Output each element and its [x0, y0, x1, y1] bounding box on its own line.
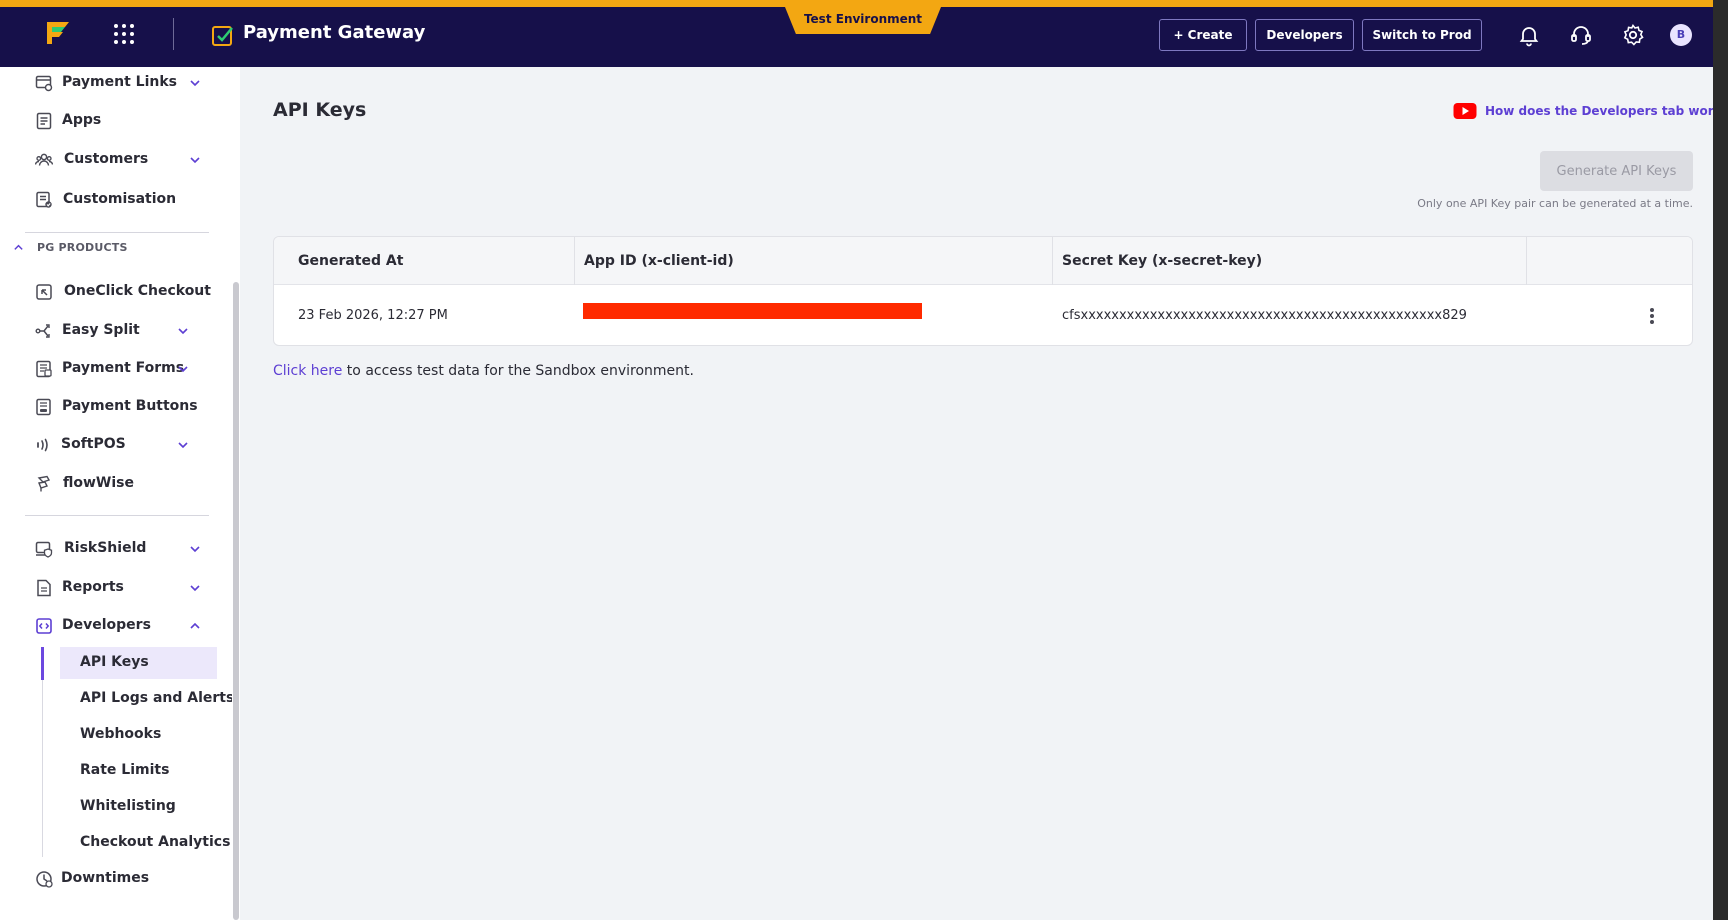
sidebar-item-developers[interactable]: Developers	[35, 612, 205, 640]
section-title: PG PRODUCTS	[37, 241, 128, 254]
subnav-item-checkout-analytics[interactable]: Checkout Analytics	[60, 827, 230, 859]
cell-generated-at: 23 Feb 2026, 12:27 PM	[298, 308, 448, 323]
sidebar-item-label: Customisation	[63, 191, 177, 207]
sidebar-item-label: OneClick Checkout	[64, 283, 211, 299]
subnav-item-api-logs[interactable]: API Logs and Alerts	[60, 683, 234, 715]
bell-icon[interactable]	[1517, 23, 1541, 47]
column-header-actions	[1526, 237, 1550, 285]
environment-badge: Test Environment	[785, 7, 941, 34]
gear-icon[interactable]	[1621, 23, 1645, 47]
sidebar-divider	[25, 515, 209, 516]
sidebar-item-customisation[interactable]: Customisation	[35, 186, 205, 214]
page-title: API Keys	[273, 99, 367, 121]
chevron-down-icon[interactable]	[177, 363, 189, 375]
code-icon	[36, 618, 52, 634]
active-indicator	[41, 647, 44, 680]
sidebar-item-label: Easy Split	[62, 322, 140, 338]
top-accent-stripe	[0, 0, 1728, 7]
cell-secret-key: cfsxxxxxxxxxxxxxxxxxxxxxxxxxxxxxxxxxxxxx…	[1062, 308, 1467, 323]
oneclick-icon	[36, 284, 52, 300]
column-header-generated-at: Generated At	[298, 253, 404, 269]
apps-grid-icon[interactable]	[114, 24, 134, 44]
subnav-item-whitelisting[interactable]: Whitelisting	[60, 791, 217, 823]
chevron-up-icon[interactable]	[189, 620, 201, 632]
contactless-icon	[37, 438, 48, 452]
sidebar-item-label: Reports	[62, 579, 124, 595]
table-header: Generated At App ID (x-client-id) Secret…	[274, 237, 1692, 285]
header-divider	[173, 18, 174, 50]
window-edge	[1713, 0, 1728, 920]
subnav-item-api-keys[interactable]: API Keys	[60, 647, 217, 679]
sidebar-item-apps[interactable]: Apps	[35, 107, 205, 135]
apps-doc-icon	[36, 112, 52, 130]
split-icon	[35, 324, 50, 338]
api-keys-table: Generated At App ID (x-client-id) Secret…	[273, 236, 1693, 346]
sandbox-note: Click here to access test data for the S…	[273, 363, 694, 379]
developers-button[interactable]: Developers	[1255, 19, 1354, 51]
sidebar-item-softpos[interactable]: SoftPOS	[35, 431, 205, 459]
chevron-down-icon[interactable]	[189, 543, 201, 555]
sidebar-item-flowwise[interactable]: flowWise	[35, 470, 205, 498]
sidebar-item-label: Apps	[62, 112, 102, 128]
sidebar: Payment Links Apps Customers Customisati…	[0, 67, 240, 920]
sidebar-item-downtimes[interactable]: Downtimes	[35, 865, 205, 893]
column-header-secret-key: Secret Key (x-secret-key)	[1062, 253, 1263, 269]
column-header-app-id: App ID (x-client-id)	[584, 253, 734, 269]
shield-icon	[35, 541, 53, 558]
sidebar-item-label: flowWise	[63, 475, 134, 491]
generate-api-keys-button[interactable]: Generate API Keys	[1540, 151, 1693, 191]
chevron-down-icon[interactable]	[189, 154, 201, 166]
sidebar-divider	[25, 232, 209, 233]
sidebar-item-payment-links[interactable]: Payment Links	[35, 69, 205, 97]
sandbox-click-here-link[interactable]: Click here	[273, 363, 342, 379]
chevron-down-icon[interactable]	[189, 582, 201, 594]
app-window: Payment Gateway Test Environment + Creat…	[0, 0, 1728, 920]
sidebar-item-label: Developers	[62, 617, 151, 633]
flowwise-icon	[37, 475, 51, 492]
sidebar-item-reports[interactable]: Reports	[35, 574, 205, 602]
chevron-down-icon[interactable]	[177, 439, 189, 451]
customers-icon	[35, 153, 53, 166]
switch-to-prod-button[interactable]: Switch to Prod	[1362, 19, 1482, 51]
generate-note: Only one API Key pair can be generated a…	[1417, 197, 1693, 210]
sidebar-item-label: Payment Buttons	[62, 398, 198, 414]
row-actions-menu-icon[interactable]	[1649, 307, 1655, 325]
sidebar-item-label: Downtimes	[61, 870, 150, 886]
sidebar-item-easy-split[interactable]: Easy Split	[35, 317, 205, 345]
redacted-app-id	[583, 303, 922, 319]
payment-gateway-icon	[212, 26, 233, 46]
chevron-down-icon[interactable]	[189, 77, 201, 89]
headset-icon[interactable]	[1569, 23, 1593, 47]
customisation-icon	[36, 191, 52, 208]
link-card-icon	[35, 75, 53, 92]
sidebar-item-payment-buttons[interactable]: Payment Buttons	[35, 393, 205, 421]
downtime-icon	[36, 871, 53, 888]
top-bar: Payment Gateway Test Environment + Creat…	[0, 0, 1728, 67]
report-icon	[37, 579, 51, 597]
sidebar-item-riskshield[interactable]: RiskShield	[35, 535, 205, 563]
sidebar-item-payment-forms[interactable]: Payment Forms	[35, 355, 205, 383]
create-button[interactable]: + Create	[1159, 19, 1247, 51]
sidebar-item-customers[interactable]: Customers	[35, 146, 205, 174]
youtube-icon	[1453, 103, 1477, 119]
sidebar-item-label: RiskShield	[64, 540, 147, 556]
app-title: Payment Gateway	[243, 22, 426, 43]
sidebar-scroll-thumb[interactable]	[233, 282, 239, 920]
sidebar-item-label: Payment Links	[62, 74, 177, 90]
button-icon	[36, 398, 51, 416]
subnav-item-rate-limits[interactable]: Rate Limits	[60, 755, 217, 787]
sidebar-item-label: SoftPOS	[61, 436, 126, 452]
main-content: API Keys How does the Developers tab wor…	[240, 67, 1728, 920]
chevron-down-icon[interactable]	[177, 325, 189, 337]
chevron-up-icon[interactable]	[13, 242, 24, 253]
subnav-item-webhooks[interactable]: Webhooks	[60, 719, 217, 751]
logo-icon[interactable]	[43, 18, 73, 46]
sidebar-item-label: Payment Forms	[62, 360, 185, 376]
sidebar-item-label: Customers	[64, 151, 149, 167]
form-icon	[36, 360, 52, 378]
help-link-text[interactable]: How does the Developers tab work?	[1485, 104, 1728, 118]
user-avatar[interactable]: B	[1670, 24, 1692, 46]
sandbox-note-text: to access test data for the Sandbox envi…	[342, 363, 694, 379]
sidebar-item-oneclick-checkout[interactable]: OneClick Checkout	[35, 278, 211, 306]
